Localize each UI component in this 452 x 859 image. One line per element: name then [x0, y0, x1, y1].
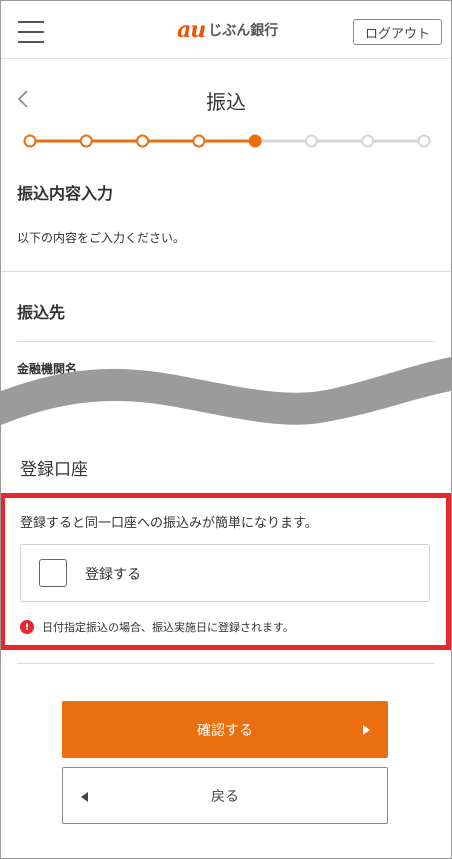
alert-icon: ! [20, 620, 34, 634]
register-divider [17, 663, 435, 664]
step-progress [23, 133, 431, 149]
content-break-wave [1, 357, 451, 425]
progress-step-done [192, 134, 206, 148]
progress-step-pending [417, 134, 431, 148]
section-divider [1, 271, 451, 272]
logo-mark: au [177, 17, 206, 43]
register-notice: ! 日付指定振込の場合、振込実施日に登録されます。 [20, 619, 294, 635]
menu-icon[interactable] [18, 21, 44, 43]
menu-icon-bar [18, 21, 44, 23]
app-header: au じぶん銀行 ログアウト [1, 1, 451, 59]
bank-logo: au じぶん銀行 [177, 17, 279, 43]
page-title: 振込 [206, 90, 246, 114]
progress-step-done [79, 134, 93, 148]
menu-icon-bar [18, 31, 44, 33]
arrow-left-icon [81, 792, 88, 802]
input-section-heading: 振込内容入力 [17, 184, 114, 203]
recipient-divider [17, 341, 435, 342]
input-section-description: 以下の内容をご入力ください。 [17, 231, 186, 245]
register-section-heading: 登録口座 [20, 460, 88, 480]
recipient-section-heading: 振込先 [17, 303, 66, 322]
step-progress-track [23, 134, 431, 148]
back-chevron-icon[interactable] [16, 89, 30, 109]
arrow-right-icon [363, 725, 370, 735]
notice-text: 日付指定振込の場合、振込実施日に登録されます。 [42, 621, 294, 634]
register-checkbox[interactable] [39, 559, 67, 587]
confirm-button-label: 確認する [197, 722, 253, 739]
logo-text: じぶん銀行 [208, 23, 279, 39]
progress-step-done [23, 134, 37, 148]
menu-icon-bar [18, 41, 44, 43]
back-button-label: 戻る [211, 788, 239, 805]
progress-step-pending [304, 134, 318, 148]
back-button[interactable]: 戻る [62, 767, 388, 824]
register-checkbox-row[interactable]: 登録する [20, 544, 430, 602]
confirm-button[interactable]: 確認する [62, 701, 388, 758]
progress-step-current [248, 134, 262, 148]
progress-step-done [136, 134, 150, 148]
logout-button[interactable]: ログアウト [353, 19, 442, 45]
register-description: 登録すると同一口座への振込みが簡単になります。 [20, 516, 318, 531]
register-checkbox-label: 登録する [85, 567, 141, 583]
progress-step-pending [361, 134, 375, 148]
